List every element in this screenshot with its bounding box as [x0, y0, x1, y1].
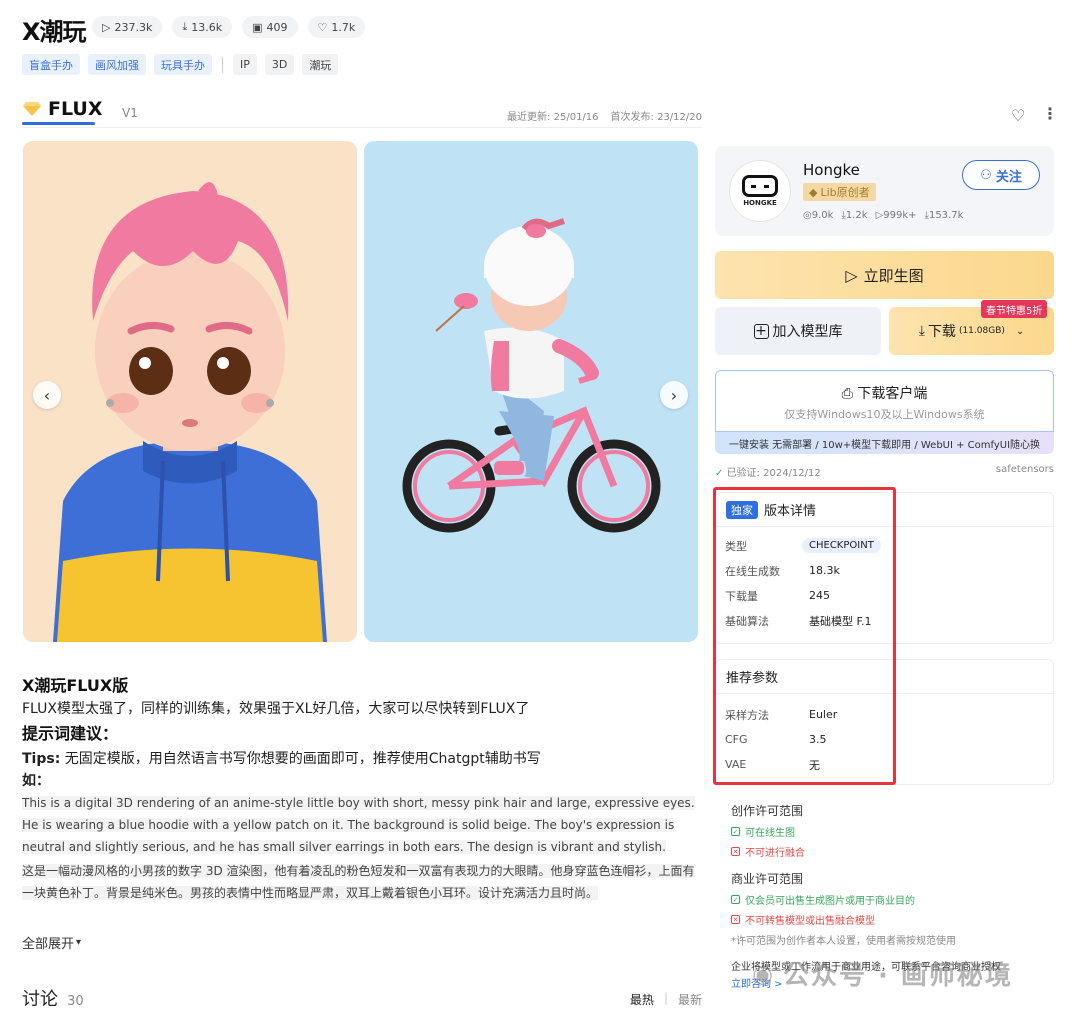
gallery-next-button[interactable]: ›	[660, 381, 688, 409]
tab-flux[interactable]: FLUX	[22, 98, 103, 120]
model-description: X潮玩FLUX版 FLUX模型太强了，同样的训练集，效果强于XL好几倍，大家可以…	[22, 672, 702, 904]
highlight-box	[713, 487, 896, 785]
gallery-prev-button[interactable]: ‹	[33, 381, 61, 409]
tag-item[interactable]: 潮玩	[302, 54, 339, 75]
run-count: ▷ 237.3k	[92, 16, 163, 38]
active-tab-indicator	[22, 122, 95, 125]
model-title: X潮玩	[22, 18, 87, 46]
monitor-download-icon: ⎙	[841, 386, 858, 402]
sort-new-tab[interactable]: 最新	[678, 991, 702, 1008]
creator-badge: ◆ Lib原创者	[803, 183, 876, 201]
description-heading: X潮玩FLUX版	[22, 676, 129, 695]
example-text-zh: 这是一幅动漫风格的小男孩的数字 3D 渲染图，他有着凌乱的粉色短发和一双富有表现…	[22, 864, 695, 900]
like-count[interactable]: ♡ 1.7k	[307, 16, 366, 38]
sort-hot-tab[interactable]: 最热	[630, 991, 654, 1008]
discussion-count: 30	[67, 994, 84, 1009]
image-icon: ▣	[252, 20, 263, 34]
diamond-icon: ◆	[809, 185, 818, 199]
tag-item[interactable]: 盲盒手办	[22, 54, 80, 75]
client-features-bar: 一键安装 无需部署 / 10w+模型下载即用 / WebUI + ComfyUI…	[715, 432, 1054, 454]
promo-badge: 春节特惠5折	[981, 300, 1048, 318]
version-tabs: FLUX V1 最近更新: 25/01/16 首次发布: 23/12/20	[22, 98, 702, 128]
chevron-down-icon: ▾	[76, 937, 82, 948]
tag-item[interactable]: IP	[233, 54, 257, 75]
gallery-image-1[interactable]: ‹	[23, 141, 357, 642]
divider	[222, 56, 223, 73]
fans-icon: ◎	[803, 210, 812, 221]
avatar[interactable]: HONGKE	[729, 160, 791, 222]
tag-list: 盲盒手办 画风加强 玩具手办 IP 3D 潮玩	[22, 54, 339, 75]
divider: |	[663, 991, 668, 1005]
generate-button[interactable]: ▷ 立即生图	[715, 251, 1054, 299]
example-label: 如：	[22, 773, 50, 789]
gallery-image-2[interactable]: ›	[364, 141, 698, 642]
prompt-heading: 提示词建议：	[22, 724, 119, 743]
heart-icon: ♡	[317, 20, 328, 34]
follow-button[interactable]: ⚇ 关注	[962, 160, 1040, 190]
play-icon: ▷	[845, 265, 858, 285]
download-icon: ⤓	[918, 323, 925, 339]
diamond-icon	[23, 102, 41, 116]
favorite-heart-icon[interactable]: ♡	[1011, 106, 1025, 125]
description-intro: FLUX模型太强了，同样的训练集，效果强于XL好几倍，大家可以尽快转到FLUX了	[22, 701, 530, 717]
cross-icon: ✕	[731, 847, 740, 856]
download-count: ⤓ 13.6k	[172, 16, 233, 38]
example-text-en: This is a digital 3D rendering of an ani…	[22, 796, 695, 854]
check-icon: ✓	[731, 895, 740, 904]
creation-license: 创作许可范围 ✓ 可在线生图 ✕ 不可进行融合	[731, 804, 805, 859]
wechat-icon: ◉	[752, 959, 775, 988]
creator-card: HONGKE Hongke ◆ Lib原创者 ◎9.0k ⤓1.2k ▷999k+…	[715, 146, 1054, 236]
discussion-header: 讨论 30 最热 | 最新	[22, 985, 702, 1011]
download-icon: ⤓	[182, 20, 188, 33]
add-to-library-button[interactable]: + 加入模型库	[715, 307, 881, 355]
shield-check-icon: ✓	[715, 468, 727, 479]
tag-item[interactable]: 玩具手办	[154, 54, 212, 75]
stats-bar: ▷ 237.3k ⤓ 13.6k ▣ 409 ♡ 1.7k	[92, 16, 366, 38]
discussion-label: 讨论	[22, 989, 58, 1010]
cross-icon: ✕	[731, 915, 740, 924]
robot-face-icon	[742, 175, 778, 197]
boy-bicycle-illustration	[364, 141, 698, 642]
more-options-icon[interactable]: ⋮	[1042, 104, 1058, 123]
image-count: ▣ 409	[242, 16, 298, 38]
creator-name[interactable]: Hongke	[803, 161, 860, 179]
chevron-down-icon: ⌄	[1015, 325, 1025, 337]
version-label[interactable]: V1	[122, 106, 138, 120]
file-format: safetensors	[995, 464, 1054, 475]
verification-row: ✓ 已验证: 2024/12/12 safetensors	[715, 464, 1054, 479]
commercial-license: 商业许可范围 ✓ 仅会员可出售生成图片或用于商业目的 ✕ 不可转售模型或出售融合模型	[731, 872, 915, 927]
tag-item[interactable]: 画风加强	[88, 54, 146, 75]
boy-hoodie-illustration	[23, 141, 357, 642]
creator-stats: ◎9.0k ⤓1.2k ▷999k+ ⤓153.7k	[803, 210, 964, 221]
play-icon: ▷	[102, 20, 111, 34]
check-icon: ✓	[731, 827, 740, 836]
add-user-icon: ⚇	[980, 167, 992, 183]
tag-item[interactable]: 3D	[264, 54, 295, 75]
version-dates: 最近更新: 25/01/16 首次发布: 23/12/20	[507, 112, 702, 123]
license-note: *许可范围为创作者本人设置，使用者需按规范使用	[731, 936, 956, 947]
download-client-button[interactable]: ⎙ 下载客户端 仅支持Windows10及以上Windows系统	[715, 370, 1054, 432]
tips-line: Tips: 无固定模版，用自然语言书写你想要的画面即可，推荐使用Chatgpt辅…	[22, 751, 541, 767]
plus-square-icon: +	[753, 323, 769, 339]
expand-all-button[interactable]: 全部展开 ▾	[22, 933, 81, 952]
watermark: ◉ 公众号 · 画师秘境	[752, 959, 1013, 992]
